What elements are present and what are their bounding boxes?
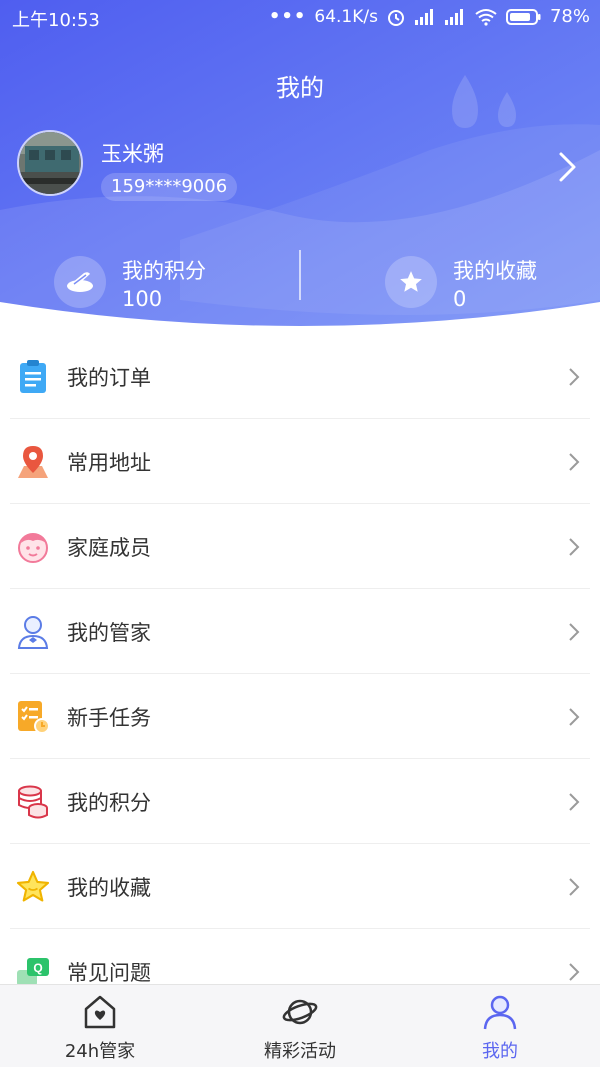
battery-percent: 78% xyxy=(549,6,590,27)
stat-points-label: 我的积分 xyxy=(122,259,206,283)
menu-item-label: 家庭成员 xyxy=(67,536,151,560)
menu-item-label: 我的管家 xyxy=(67,621,151,645)
task-list-icon xyxy=(14,698,52,736)
tab-mine[interactable]: 我的 xyxy=(400,985,600,1067)
alarm-icon xyxy=(387,9,404,26)
favorite-star-icon xyxy=(14,868,52,906)
menu-item-points[interactable]: 我的积分 xyxy=(0,759,600,844)
home-heart-icon xyxy=(84,995,116,1029)
phone-number: 159****9006 xyxy=(101,173,238,201)
tab-24h-butler[interactable]: 24h管家 xyxy=(0,985,200,1067)
menu-item-label: 常用地址 xyxy=(67,451,151,475)
coins-icon xyxy=(54,256,106,308)
tab-label: 我的 xyxy=(482,1041,518,1062)
menu-item-label: 我的订单 xyxy=(67,366,151,390)
stat-favorites[interactable]: 我的收藏 0 xyxy=(385,253,585,313)
stat-points[interactable]: 我的积分 100 xyxy=(54,253,254,313)
page-title: 我的 xyxy=(276,74,324,102)
planet-icon xyxy=(282,999,318,1025)
stat-favorites-label: 我的收藏 xyxy=(453,259,537,283)
tab-label: 24h管家 xyxy=(64,1041,136,1062)
tab-label: 精彩活动 xyxy=(264,1041,336,1062)
stat-divider xyxy=(299,250,301,300)
star-icon xyxy=(385,256,437,308)
status-bar: 上午10:53 ••• 64.1K/s 78% xyxy=(0,0,600,34)
order-clipboard-icon xyxy=(14,358,52,396)
chevron-right-icon xyxy=(569,538,580,556)
menu-item-butler[interactable]: 我的管家 xyxy=(0,589,600,674)
avatar[interactable] xyxy=(17,130,83,196)
menu-item-favorites[interactable]: 我的收藏 xyxy=(0,844,600,929)
wifi-icon xyxy=(475,8,497,26)
status-time: 上午10:53 xyxy=(12,10,100,31)
svg-text:Q: Q xyxy=(33,961,42,975)
menu-item-label: 我的积分 xyxy=(67,791,151,815)
menu-item-label: 常见问题 xyxy=(67,961,151,985)
menu-item-family[interactable]: 家庭成员 xyxy=(0,504,600,589)
stat-points-value: 100 xyxy=(122,287,163,311)
menu-item-label: 我的收藏 xyxy=(67,876,151,900)
menu-item-label: 新手任务 xyxy=(67,706,151,730)
menu-list: 我的订单 常用地址 家庭成员 我的管家 新手任务 我的积分 我的收藏 Q 常见问… xyxy=(0,334,600,1014)
profile-header: 上午10:53 ••• 64.1K/s 78% 我的 玉米粥 159****90… xyxy=(0,0,600,335)
chevron-right-icon xyxy=(569,793,580,811)
chevron-right-icon xyxy=(569,623,580,641)
status-more-dots: ••• xyxy=(268,6,307,27)
chevron-right-icon xyxy=(569,368,580,386)
menu-item-tasks[interactable]: 新手任务 xyxy=(0,674,600,759)
chevron-right-icon xyxy=(569,963,580,981)
network-speed: 64.1K/s xyxy=(314,6,378,27)
stat-favorites-value: 0 xyxy=(453,287,467,311)
butler-icon xyxy=(14,613,52,651)
chevron-right-icon xyxy=(569,453,580,471)
location-pin-icon xyxy=(14,443,52,481)
chevron-right-icon xyxy=(569,878,580,896)
user-icon xyxy=(483,995,517,1030)
username: 玉米粥 xyxy=(101,142,164,166)
signal-icon xyxy=(414,8,433,25)
points-coins-icon xyxy=(14,783,52,821)
bottom-tab-bar: 24h管家 精彩活动 我的 xyxy=(0,984,600,1067)
battery-icon xyxy=(505,8,541,25)
menu-item-addresses[interactable]: 常用地址 xyxy=(0,419,600,504)
chevron-right-icon xyxy=(569,708,580,726)
signal-icon-2 xyxy=(444,8,463,25)
menu-item-orders[interactable]: 我的订单 xyxy=(0,334,600,419)
tab-activities[interactable]: 精彩活动 xyxy=(200,985,400,1067)
chevron-right-icon[interactable] xyxy=(556,150,580,184)
family-baby-icon xyxy=(14,528,52,566)
